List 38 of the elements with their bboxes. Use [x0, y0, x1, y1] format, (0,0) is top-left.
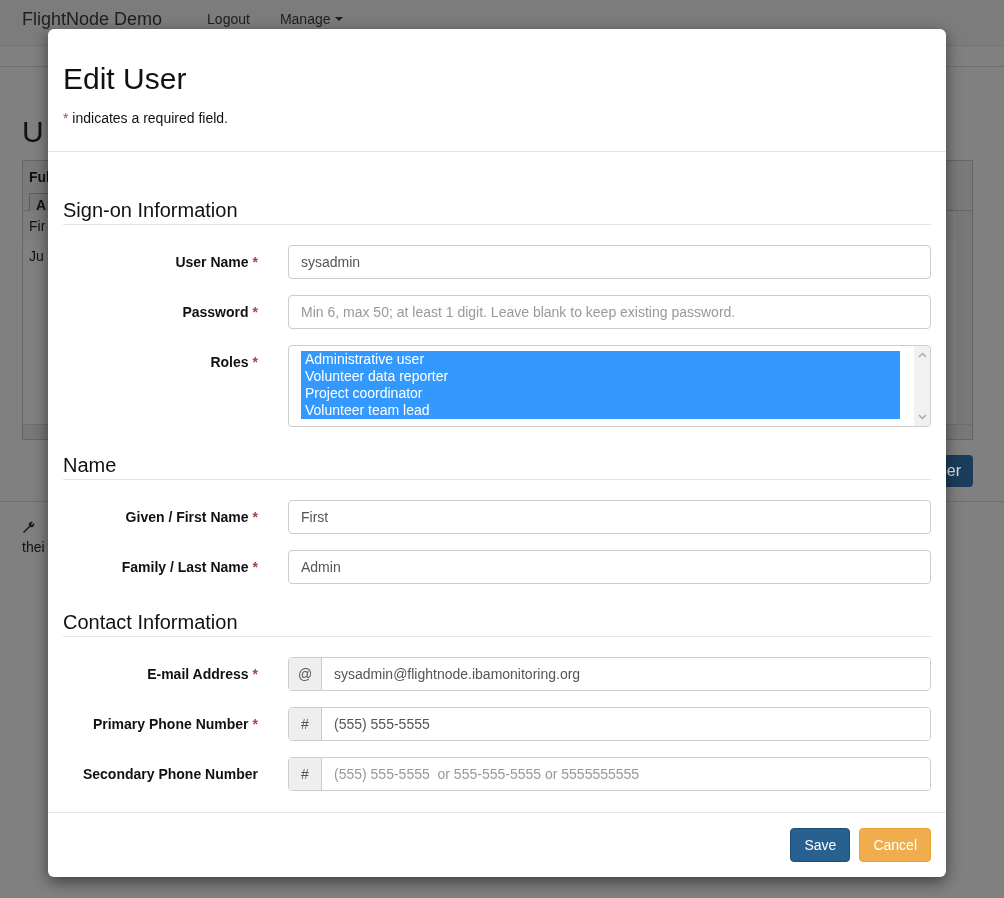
table-cell: Ju: [29, 248, 44, 264]
nav-dropdown[interactable]: Manage: [264, 9, 359, 29]
dialog-title: Edit User: [63, 62, 188, 95]
text-field[interactable]: Min 6, max 50; at least 1 digit. Leave blank to keep existing password.: [288, 295, 931, 329]
field-label: Secondary Phone Number: [81, 765, 258, 783]
text-field[interactable]: sysadmin: [288, 245, 931, 279]
field-label: Given / First Name *: [124, 508, 258, 526]
list-option[interactable]: Administrative user: [301, 351, 900, 368]
scroll-down-icon[interactable]: [917, 414, 927, 420]
input-field[interactable]: @ sysadmin@flightnode.ibamonitoring.org: [288, 657, 931, 691]
wrench-icon: [22, 520, 35, 533]
nav-link[interactable]: Logout: [192, 9, 265, 29]
field-label: Roles *: [209, 353, 258, 371]
save-button[interactable]: Save: [790, 828, 851, 862]
section-heading: Contact Information: [63, 611, 931, 637]
roles-listbox[interactable]: Administrative user Volunteer data reporter Project coordinator Volunteer team lead: [288, 345, 931, 427]
caret-icon: [335, 17, 344, 21]
scroll-up-icon[interactable]: [917, 352, 927, 358]
brand-link[interactable]: FlightNode Demo: [22, 9, 163, 29]
input-field[interactable]: # (555) 555-5555: [288, 707, 931, 741]
scrollbar[interactable]: [956, 211, 972, 424]
section-heading: Name: [63, 454, 931, 480]
input-field[interactable]: # (555) 555-5555 or 555-555-5555 or 5555555555: [288, 757, 931, 791]
footer-text: thei: [22, 539, 45, 555]
field-label: E-mail Address *: [146, 665, 258, 683]
field-label: Primary Phone Number *: [91, 715, 258, 733]
field-label: Family / Last Name *: [120, 558, 258, 576]
table-cell: Fir: [29, 218, 46, 234]
page-heading: U: [22, 115, 44, 148]
text-field[interactable]: First: [288, 500, 931, 534]
field-label: User Name *: [174, 253, 258, 271]
section-heading: Sign-on Information: [63, 199, 931, 225]
required-note: * indicates a required field.: [63, 110, 229, 126]
list-option[interactable]: Volunteer data reporter: [301, 368, 900, 385]
field-label: Password *: [181, 303, 258, 321]
list-option[interactable]: Project coordinator: [301, 385, 900, 402]
list-option[interactable]: Volunteer team lead: [301, 402, 900, 419]
text-field[interactable]: Admin: [288, 550, 931, 584]
